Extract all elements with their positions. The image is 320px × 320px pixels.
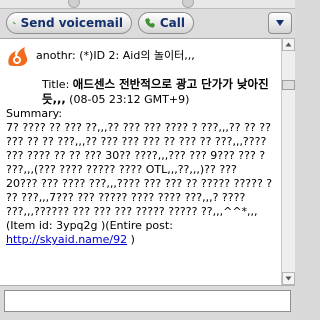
scroll-down-arrow[interactable] [282, 272, 295, 285]
message-body: Title: 애드센스 전반적으로 광고 단가가 낮아진듯,,, (08-05 … [6, 77, 277, 247]
phone-icon [145, 18, 155, 28]
summary-paragraph: 20??? ??? ???? ???,,,???? ??? ??? ?? ???… [6, 177, 277, 247]
resize-knob [68, 0, 80, 8]
send-voicemail-button[interactable]: Send voicemail [6, 12, 132, 34]
post-timestamp: (08-05 23:12 GMT+9) [65, 93, 190, 106]
scroll-up-arrow[interactable] [282, 38, 295, 51]
summary-paragraph: 7? ???? ?? ??? ??,,,?? ??? ??? ???? ? ??… [6, 121, 271, 176]
call-button[interactable]: Call [138, 12, 194, 34]
title-prefix: Title: [42, 78, 73, 91]
options-menu-button[interactable] [268, 12, 292, 34]
chat-transcript: anothr: (*)ID 2: Aid의 놀이터,,, Title: 애드센스… [0, 38, 281, 285]
post-link[interactable]: http://skyaid.name/92 [6, 233, 127, 246]
summary-text: 20??? ??? ???? ???,,,???? ??? ??? ?? ???… [6, 177, 273, 232]
feed-bot-avatar-icon [8, 47, 28, 66]
summary-label: Summary: [6, 107, 63, 120]
chat-scrollbar[interactable] [281, 38, 295, 285]
send-voicemail-label: Send voicemail [20, 16, 123, 30]
window-top-strip [0, 0, 295, 9]
call-label: Call [159, 16, 185, 30]
scroll-thumb[interactable] [282, 80, 295, 90]
triangle-down-icon [276, 20, 284, 26]
resize-knob [182, 0, 194, 8]
message-header: anothr: (*)ID 2: Aid의 놀이터,,, [6, 45, 277, 67]
message-input[interactable] [4, 290, 291, 312]
sender-name: anothr: (*)ID 2: Aid의 놀이터,,, [36, 49, 195, 62]
toolbar: Send voicemail Call [0, 9, 295, 37]
phone-icon [13, 21, 16, 25]
post-title-line: Title: 애드센스 전반적으로 광고 단가가 낮아진듯,,, (08-05 … [6, 77, 277, 107]
close-paren: ) [127, 233, 135, 246]
triangle-up-icon [285, 42, 292, 47]
triangle-down-icon [285, 276, 292, 281]
message-input-area [0, 285, 295, 320]
